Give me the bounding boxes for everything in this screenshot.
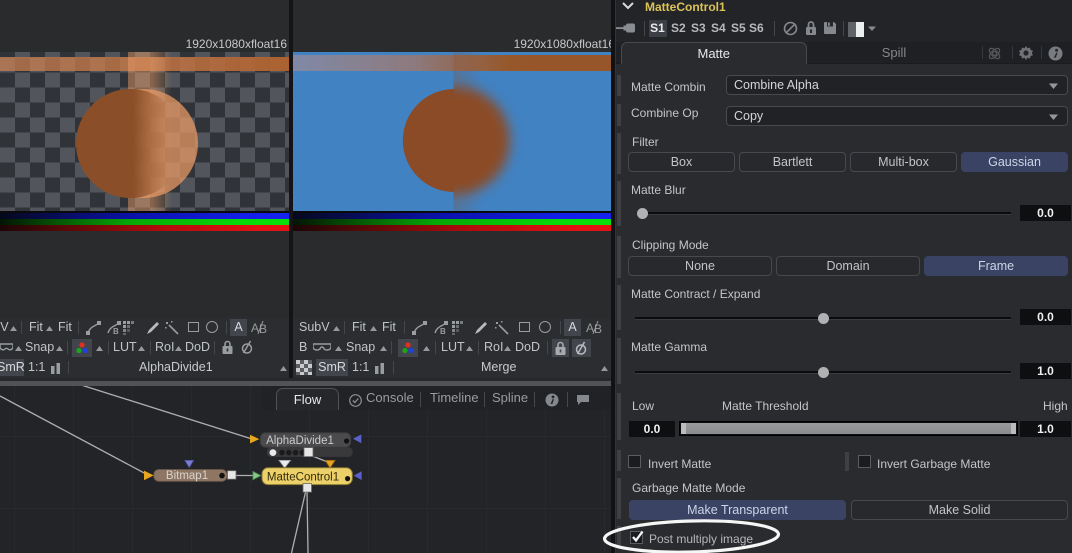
svg-text:A: A: [251, 321, 259, 335]
svg-text:B: B: [440, 327, 446, 335]
svg-text:AlphaDivide1: AlphaDivide1: [266, 435, 334, 447]
svg-text:B: B: [113, 327, 119, 335]
svg-text:MatteControl1: MatteControl1: [267, 471, 339, 483]
svg-text:Bitmap1: Bitmap1: [166, 470, 208, 482]
svg-text:A: A: [586, 321, 594, 335]
